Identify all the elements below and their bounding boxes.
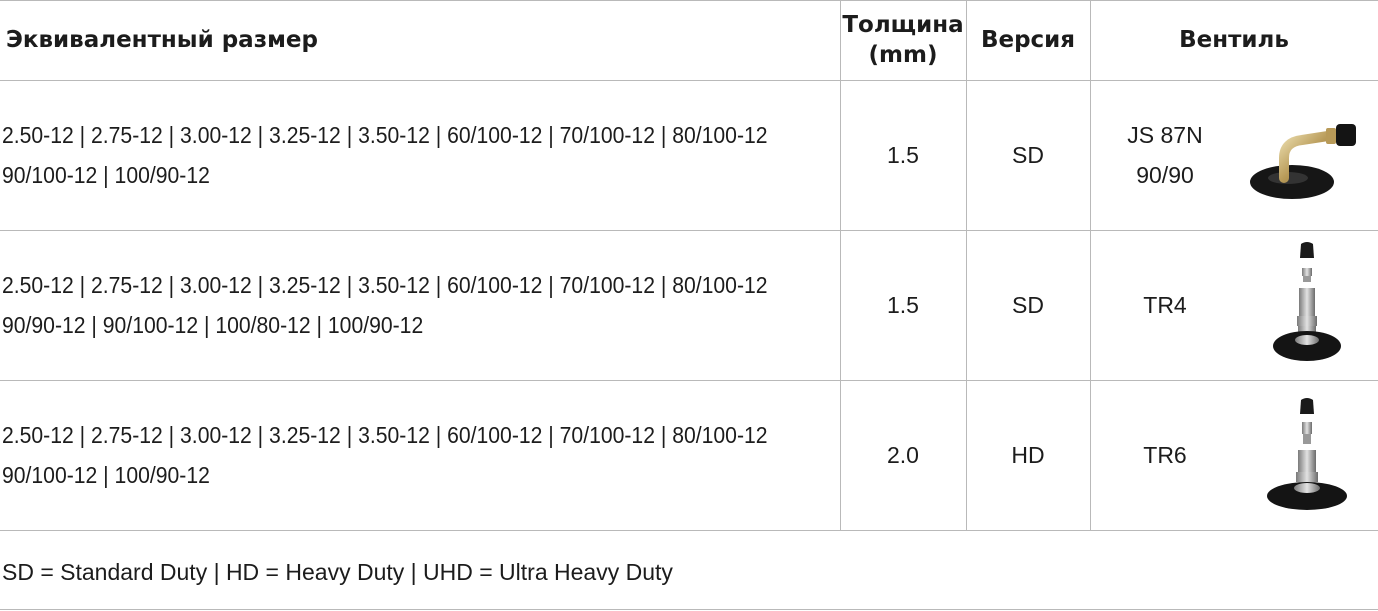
header-version-label: Версия (980, 27, 1076, 53)
table-row-1-valve-name: JS 87N 90/90 (1110, 80, 1220, 230)
sizes-line-2: 90/100-12 | 100/90-12 (2, 462, 210, 488)
table-row-2-thickness: 1.5 (840, 230, 966, 380)
table-row-3-version: HD (966, 380, 1090, 530)
header-thickness-line1: Толщина (842, 12, 964, 38)
table-bottom-border (0, 530, 1378, 531)
header-size-label: Эквивалентный размер (6, 27, 318, 53)
version-value: SD (1012, 291, 1044, 318)
version-value: SD (1012, 141, 1044, 168)
valve-spec-table: Эквивалентный размер Толщина (mm) Версия… (0, 0, 1378, 611)
header-size: Эквивалентный размер (6, 0, 826, 80)
version-value: HD (1011, 441, 1045, 468)
sizes-line-2: 90/100-12 | 100/90-12 (2, 162, 210, 188)
thickness-value: 2.0 (887, 441, 919, 468)
table-row-2-sizes: 2.50-12 | 2.75-12 | 3.00-12 | 3.25-12 | … (2, 248, 838, 362)
valve-name-line-1: TR6 (1143, 442, 1187, 468)
table-row-2-valve-name: TR4 (1110, 230, 1220, 380)
straight-valve-icon (1267, 398, 1347, 510)
header-thickness: Толщина (mm) (840, 0, 966, 80)
table-row-1-sizes: 2.50-12 | 2.75-12 | 3.00-12 | 3.25-12 | … (2, 98, 838, 212)
table-row-3-sizes: 2.50-12 | 2.75-12 | 3.00-12 | 3.25-12 | … (2, 398, 838, 512)
thickness-value: 1.5 (887, 141, 919, 168)
thickness-value: 1.5 (887, 291, 919, 318)
bent-valve-icon (1250, 124, 1356, 199)
legend-text: SD = Standard Duty | HD = Heavy Duty | U… (2, 558, 673, 585)
table-row-1-version: SD (966, 80, 1090, 230)
valve-name-line-1: JS 87N (1127, 122, 1203, 148)
header-version: Версия (966, 0, 1090, 80)
table-row-2-version: SD (966, 230, 1090, 380)
sizes-line-2: 90/90-12 | 90/100-12 | 100/80-12 | 100/9… (2, 312, 424, 338)
valve-name-line-2: 90/90 (1136, 162, 1194, 188)
table-row-3-valve-name: TR6 (1110, 380, 1220, 530)
header-thickness-line2: (mm) (868, 42, 938, 68)
table-row-3-thickness: 2.0 (840, 380, 966, 530)
sizes-line-1: 2.50-12 | 2.75-12 | 3.00-12 | 3.25-12 | … (2, 422, 768, 448)
valve-name-line-1: TR4 (1143, 292, 1187, 318)
header-valve-label: Вентиль (1179, 27, 1289, 53)
table-row-1-thickness: 1.5 (840, 80, 966, 230)
straight-valve-icon (1273, 242, 1341, 361)
sizes-line-1: 2.50-12 | 2.75-12 | 3.00-12 | 3.25-12 | … (2, 272, 768, 298)
sizes-line-1: 2.50-12 | 2.75-12 | 3.00-12 | 3.25-12 | … (2, 122, 768, 148)
legend-note: SD = Standard Duty | HD = Heavy Duty | U… (2, 536, 902, 608)
footer-bottom-border (0, 609, 1378, 610)
header-valve: Вентиль (1090, 0, 1378, 80)
